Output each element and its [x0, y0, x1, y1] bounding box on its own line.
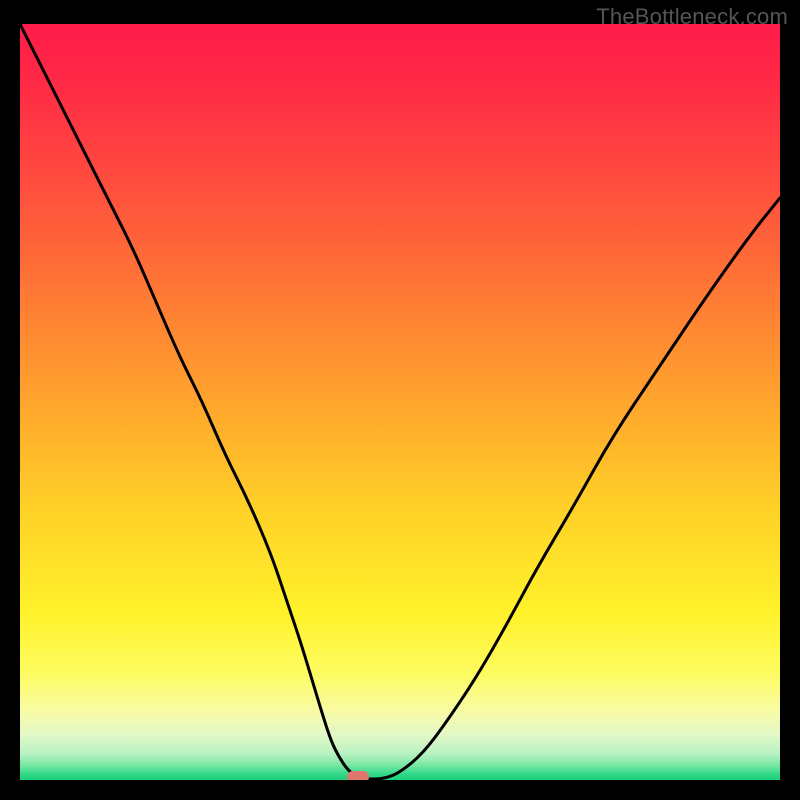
minimum-marker [347, 771, 369, 780]
watermark-text: TheBottleneck.com [596, 4, 788, 30]
plot-area [20, 24, 780, 780]
chart-frame: TheBottleneck.com [0, 0, 800, 800]
bottleneck-curve [20, 24, 780, 780]
